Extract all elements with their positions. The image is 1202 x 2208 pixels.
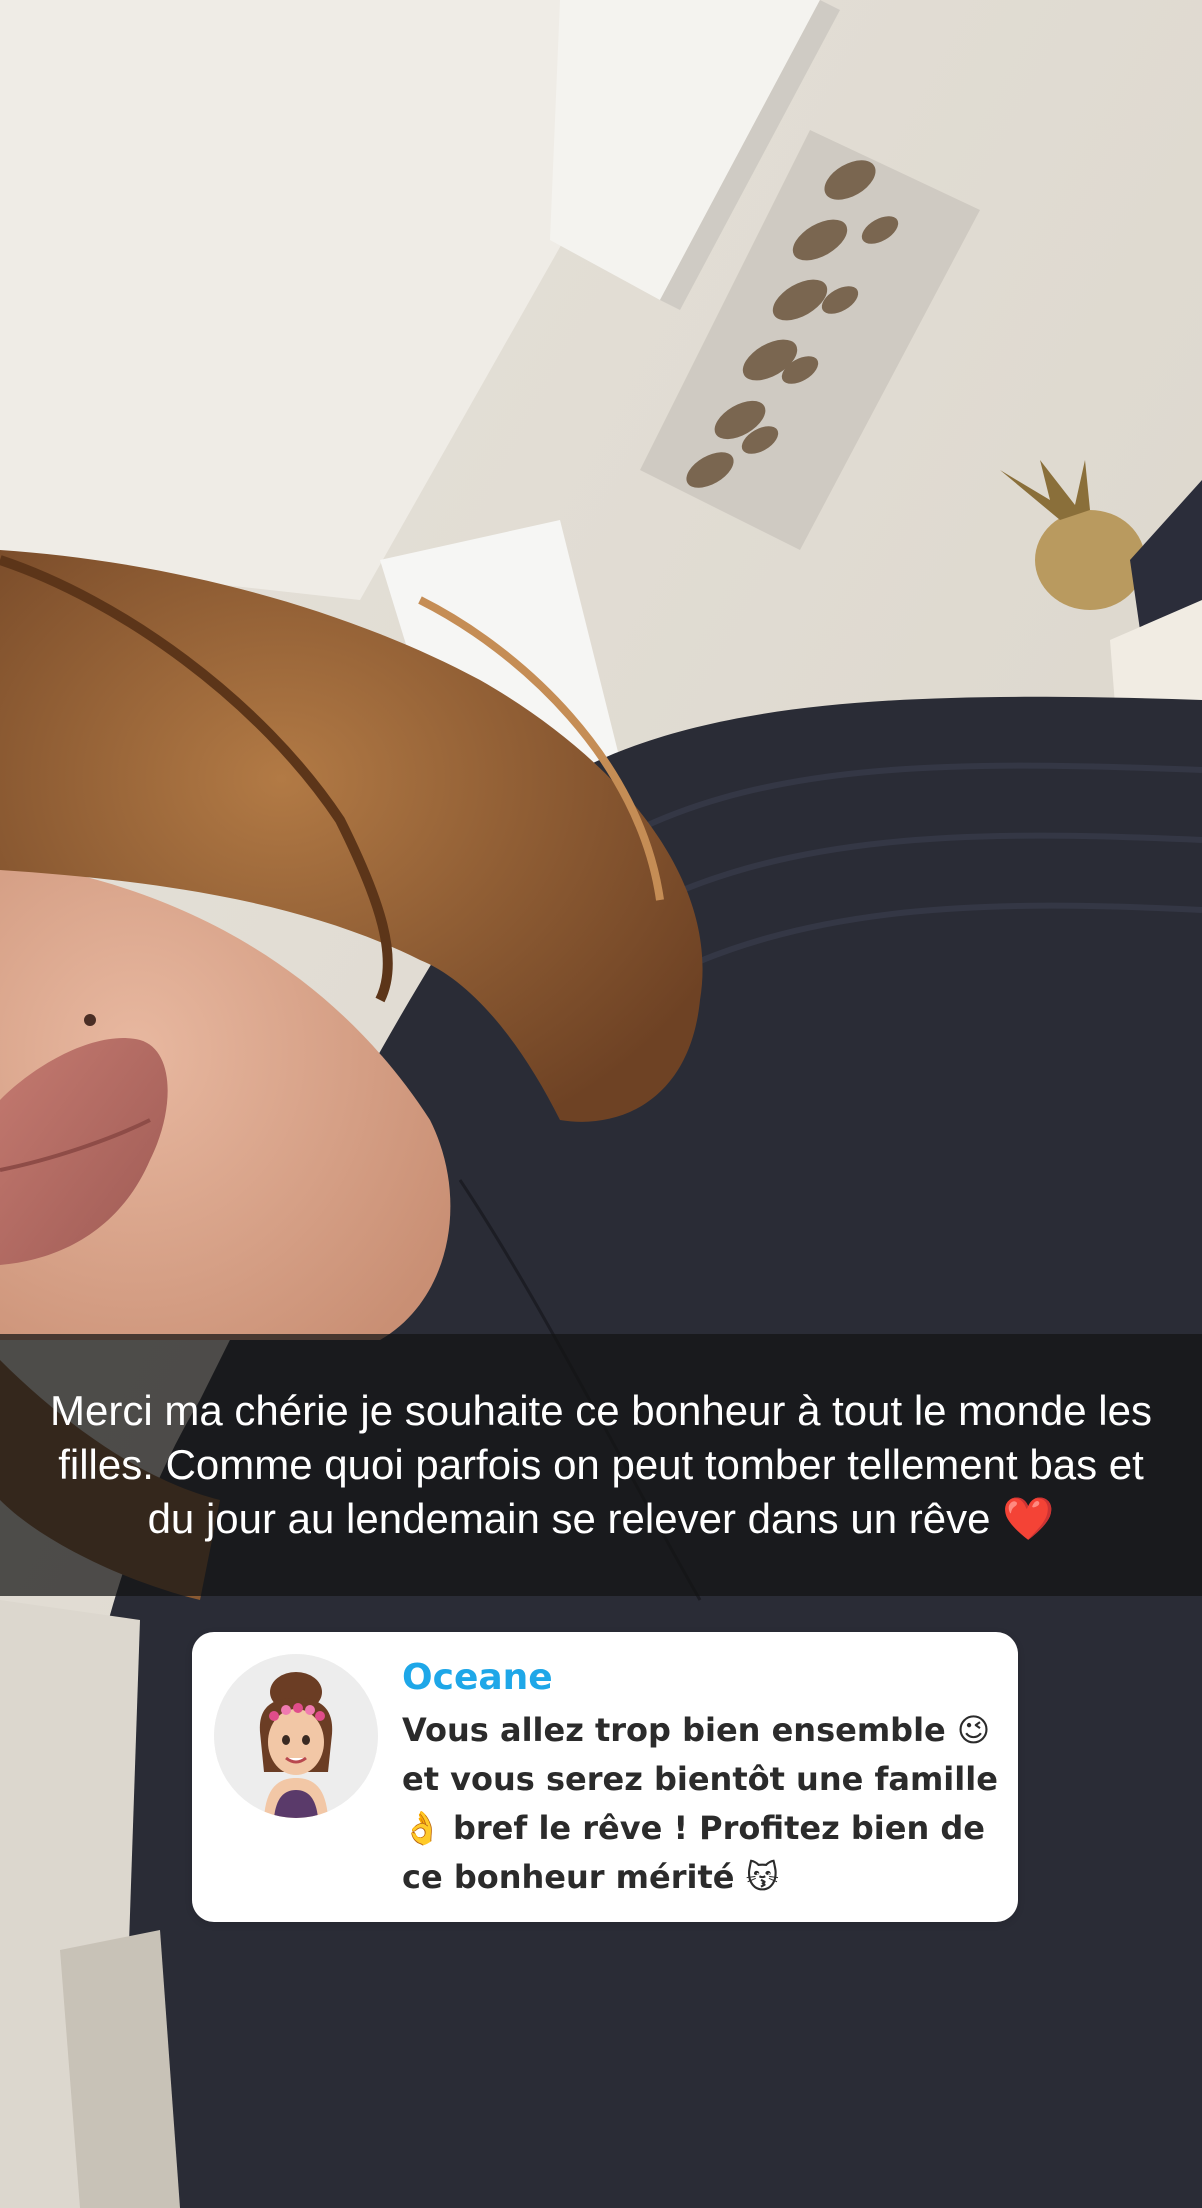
- reply-author-name: Oceane: [402, 1657, 553, 1698]
- reply-message: Vous allez trop bien ensemble 😉et vous s…: [402, 1711, 998, 1896]
- caption-text: Merci ma chérie je souhaite ce bonheur à…: [50, 1387, 1152, 1542]
- bitmoji-avatar-icon: [214, 1654, 378, 1818]
- story-reply-card[interactable]: Oceane Vous allez trop bien ensemble 😉et…: [192, 1632, 1018, 1922]
- caption-bar: Merci ma chérie je souhaite ce bonheur à…: [0, 1334, 1202, 1596]
